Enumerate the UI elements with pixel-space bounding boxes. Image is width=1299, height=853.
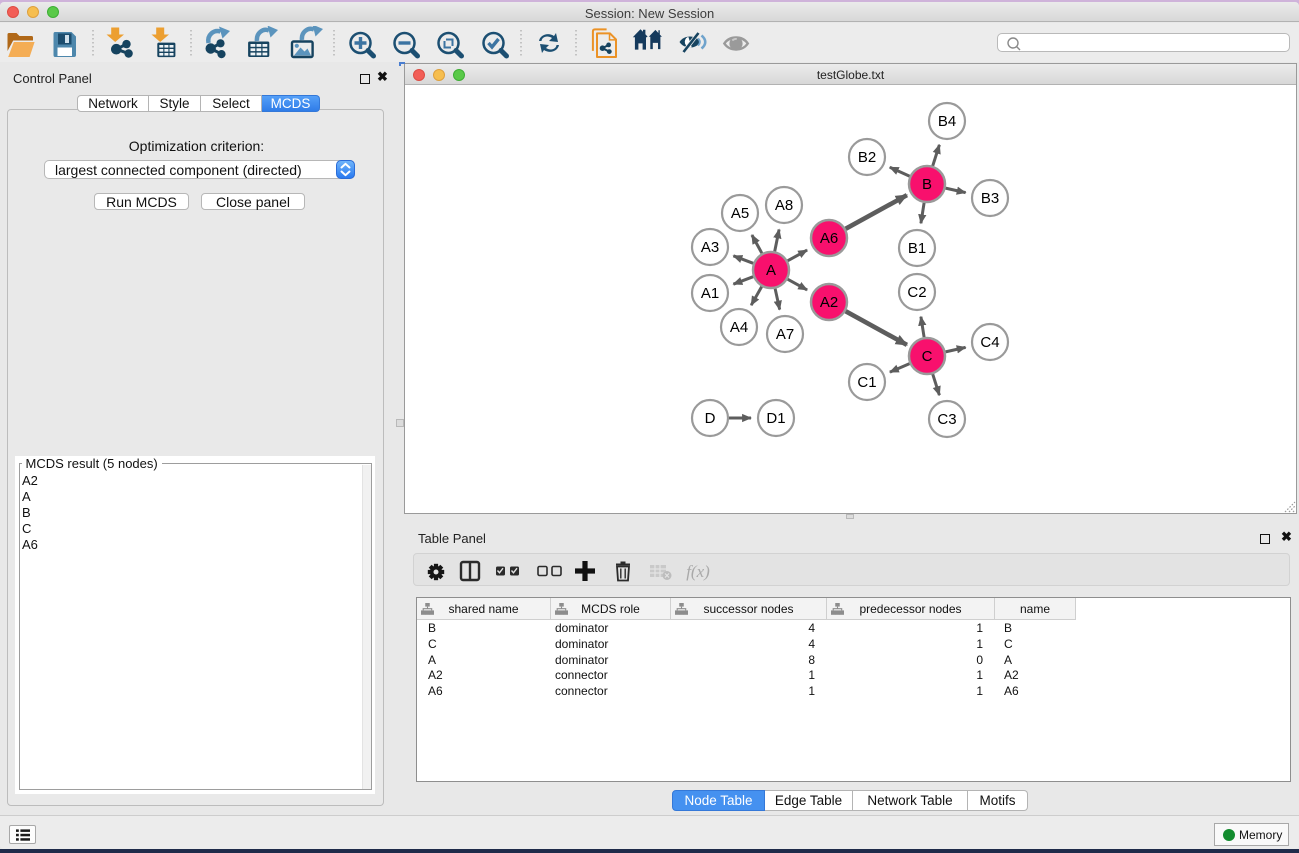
svg-text:B2: B2	[858, 149, 876, 166]
svg-text:C1: C1	[857, 374, 876, 391]
svg-text:A1: A1	[701, 285, 719, 302]
svg-text:A8: A8	[775, 197, 793, 214]
svg-text:C4: C4	[980, 334, 999, 351]
svg-text:A: A	[766, 262, 776, 279]
svg-text:C3: C3	[937, 411, 956, 428]
svg-text:C2: C2	[907, 284, 926, 301]
svg-text:B: B	[922, 176, 932, 193]
svg-text:A7: A7	[776, 326, 794, 343]
svg-text:A3: A3	[701, 239, 719, 256]
svg-text:A5: A5	[731, 205, 749, 222]
svg-text:A2: A2	[820, 294, 838, 311]
svg-text:D1: D1	[766, 410, 785, 427]
svg-text:f(x): f(x)	[686, 562, 710, 581]
svg-text:D: D	[705, 410, 716, 427]
svg-text:B1: B1	[908, 240, 926, 257]
svg-text:B3: B3	[981, 190, 999, 207]
svg-text:C: C	[922, 348, 933, 365]
svg-text:A6: A6	[820, 230, 838, 247]
svg-text:A4: A4	[730, 319, 748, 336]
svg-text:B4: B4	[938, 113, 956, 130]
